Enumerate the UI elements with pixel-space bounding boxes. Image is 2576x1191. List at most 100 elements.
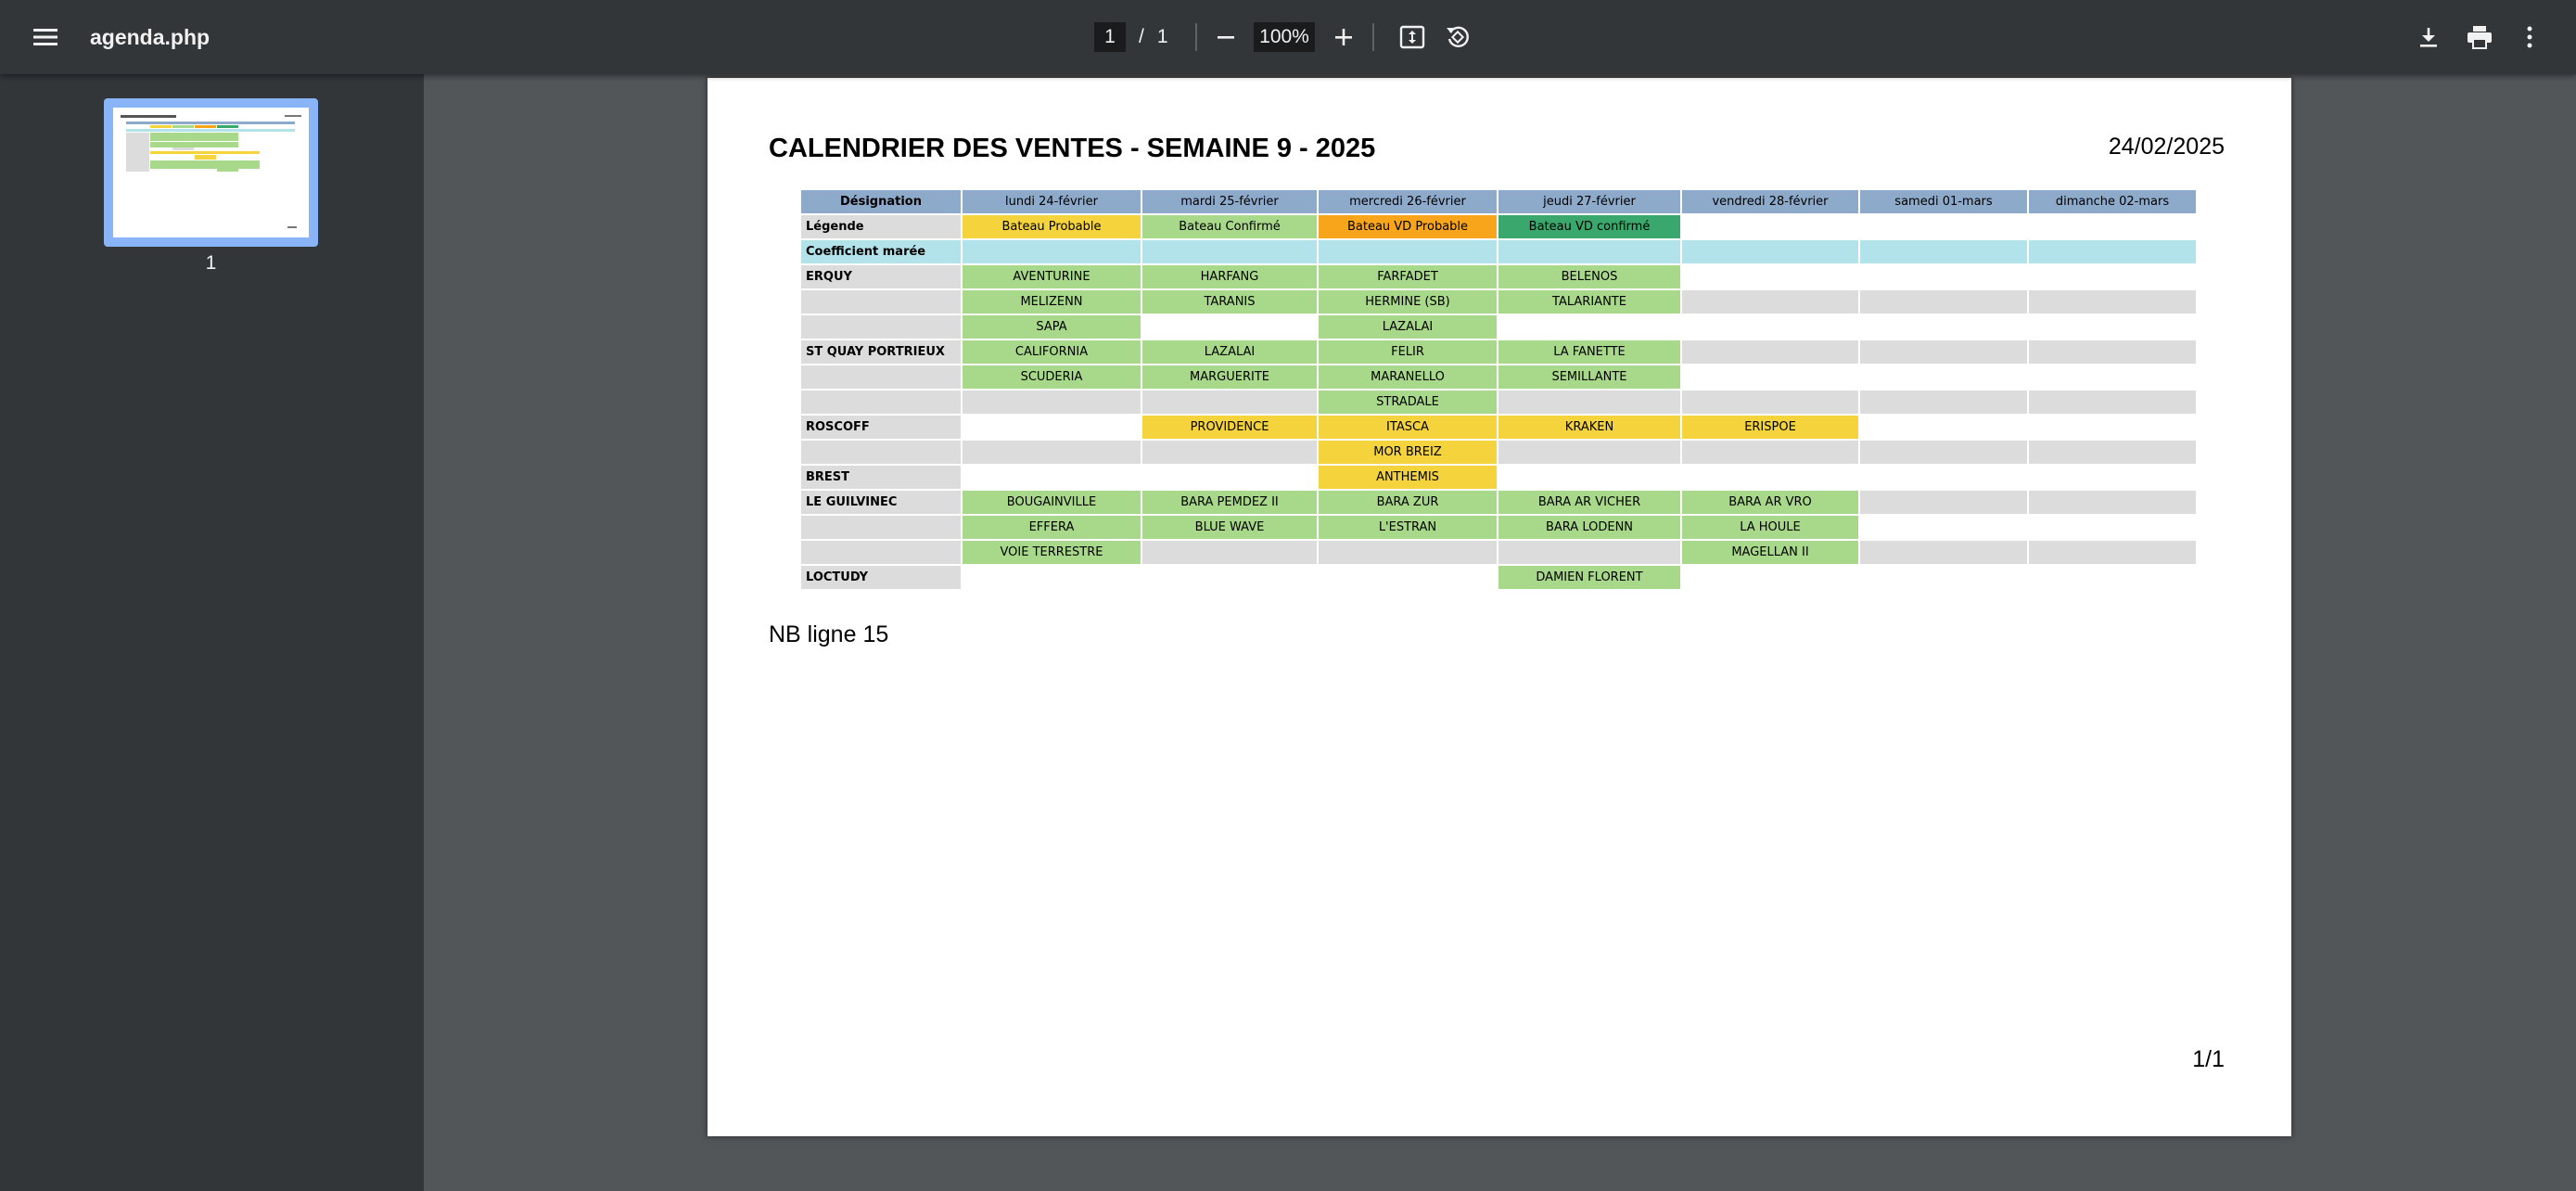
empty-cell — [1497, 539, 1682, 566]
empty-cell — [961, 414, 1142, 441]
page-thumbnail[interactable] — [104, 98, 318, 247]
empty-cell — [1680, 364, 1860, 391]
empty-cell — [2027, 389, 2198, 416]
table-row: MOR BREIZ — [799, 439, 2198, 466]
boat-cell: SAPA — [961, 314, 1142, 340]
pdf-toolbar: agenda.php 1 / 1 100% — [0, 0, 2576, 74]
empty-cell — [1317, 564, 1498, 591]
more-vertical-icon[interactable] — [2502, 9, 2557, 65]
empty-cell — [961, 439, 1142, 466]
empty-cell — [1858, 489, 2029, 516]
toolbar-divider — [1372, 23, 1374, 51]
boat-cell: LAZALAI — [1141, 339, 1319, 365]
header-day: vendredi 28-février — [1680, 188, 1860, 215]
empty-cell — [1858, 364, 2029, 391]
page-footer: 1/1 — [2192, 1046, 2225, 1072]
hamburger-menu-icon[interactable] — [18, 9, 73, 65]
boat-cell: BARA LODENN — [1497, 514, 1682, 541]
table-row: LOCTUDY DAMIEN FLORENT — [799, 564, 2198, 591]
table-row: ST QUAY PORTRIEUX CALIFORNIA LAZALAI FELIR L… — [799, 339, 2198, 365]
boat-cell: BOUGAINVILLE — [961, 489, 1142, 516]
boat-cell: ERISPOE — [1680, 414, 1860, 441]
boat-cell: BARA ZUR — [1317, 489, 1498, 516]
empty-cell — [2027, 489, 2198, 516]
sales-calendar-table: Désignation lundi 24-février mardi 25-févr… — [799, 188, 2198, 591]
empty-cell — [1680, 238, 1860, 265]
table-row: EFFERA BLUE WAVE L'ESTRAN BARA LODENN LA HOU… — [799, 514, 2198, 541]
row-label: LE GUILVINEC — [799, 489, 963, 516]
page-number-input[interactable]: 1 — [1094, 22, 1126, 52]
table-header-row: Désignation lundi 24-février mardi 25-févr… — [799, 188, 2198, 215]
empty-cell — [1141, 389, 1319, 416]
empty-cell — [1680, 564, 1860, 591]
row-label — [799, 439, 963, 466]
empty-cell — [1680, 314, 1860, 340]
boat-cell: Bateau VD confirmé — [1497, 213, 1682, 240]
table-row: MELIZENN TARANIS HERMINE (SB) TALARIANTE — [799, 288, 2198, 315]
header-day: jeudi 27-février — [1497, 188, 1682, 215]
header-day: dimanche 02-mars — [2027, 188, 2198, 215]
boat-cell: BELENOS — [1497, 263, 1682, 290]
row-label — [799, 288, 963, 315]
row-label — [799, 539, 963, 566]
rotate-icon[interactable] — [1430, 9, 1486, 65]
boat-cell: FELIR — [1317, 339, 1498, 365]
row-label: ST QUAY PORTRIEUX — [799, 339, 963, 365]
empty-cell — [1858, 314, 2029, 340]
empty-cell — [1858, 414, 2029, 441]
download-icon[interactable] — [2401, 9, 2456, 65]
boat-cell: LA HOULE — [1680, 514, 1860, 541]
minus-icon[interactable] — [1198, 9, 1254, 65]
empty-cell — [1680, 263, 1860, 290]
table-row: Légende Bateau Probable Bateau Confirmé Bat… — [799, 213, 2198, 240]
empty-cell — [961, 389, 1142, 416]
row-label: LOCTUDY — [799, 564, 963, 591]
row-label: ROSCOFF — [799, 414, 963, 441]
boat-cell: TARANIS — [1141, 288, 1319, 315]
plus-icon[interactable] — [1316, 9, 1371, 65]
table-row: Coefficient marée — [799, 238, 2198, 265]
empty-cell — [2027, 539, 2198, 566]
boat-cell: MOR BREIZ — [1317, 439, 1498, 466]
empty-cell — [1317, 238, 1498, 265]
row-label — [799, 514, 963, 541]
total-pages: 1 — [1156, 26, 1168, 47]
row-label — [799, 389, 963, 416]
empty-cell — [961, 238, 1142, 265]
table-row: ERQUY AVENTURINE HARFANG FARFADET BELENOS — [799, 263, 2198, 290]
empty-cell — [1317, 539, 1498, 566]
page-separator: / — [1139, 26, 1144, 47]
empty-cell — [2027, 564, 2198, 591]
boat-cell: MARANELLO — [1317, 364, 1498, 391]
empty-cell — [961, 564, 1142, 591]
table-row: ROSCOFF PROVIDENCE ITASCA KRAKEN ERISPOE — [799, 414, 2198, 441]
boat-cell: STRADALE — [1317, 389, 1498, 416]
empty-cell — [2027, 288, 2198, 315]
boat-cell: Bateau VD Probable — [1317, 213, 1498, 240]
header-day: lundi 24-février — [961, 188, 1142, 215]
empty-cell — [1497, 314, 1682, 340]
row-label — [799, 364, 963, 391]
empty-cell — [1141, 439, 1319, 466]
empty-cell — [961, 464, 1142, 491]
table-row: VOIE TERRESTRE MAGELLAN II — [799, 539, 2198, 566]
empty-cell — [1680, 213, 1860, 240]
boat-cell: VOIE TERRESTRE — [961, 539, 1142, 566]
row-label — [799, 314, 963, 340]
table-row: STRADALE — [799, 389, 2198, 416]
row-label: Légende — [799, 213, 963, 240]
page-title: CALENDRIER DES VENTES - SEMAINE 9 - 2025 — [769, 134, 1376, 163]
header-day: mardi 25-février — [1141, 188, 1319, 215]
empty-cell — [1497, 439, 1682, 466]
boat-cell: HERMINE (SB) — [1317, 288, 1498, 315]
empty-cell — [2027, 213, 2198, 240]
empty-cell — [1858, 464, 2029, 491]
empty-cell — [1680, 389, 1860, 416]
boat-cell: PROVIDENCE — [1141, 414, 1319, 441]
print-icon[interactable] — [2452, 9, 2507, 65]
toolbar-divider — [1195, 23, 1197, 51]
empty-cell — [1141, 464, 1319, 491]
boat-cell: TALARIANTE — [1497, 288, 1682, 315]
empty-cell — [1141, 238, 1319, 265]
zoom-level-input[interactable]: 100% — [1254, 22, 1315, 52]
